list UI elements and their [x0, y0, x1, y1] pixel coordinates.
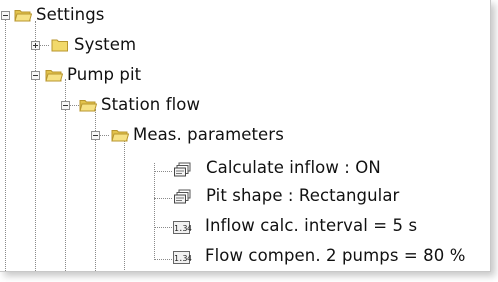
expand-toggle-system[interactable]	[31, 41, 40, 50]
tree-label-param[interactable]: Inflow calc. interval = 5 s	[205, 216, 417, 236]
open-folder-icon	[14, 10, 32, 22]
tree-label-param[interactable]: Flow compen. 2 pumps = 80 %	[205, 246, 465, 266]
open-folder-icon	[79, 100, 97, 112]
tree-label-meas-parameters[interactable]: Meas. parameters	[133, 125, 284, 145]
tree-connector	[154, 171, 172, 172]
tree-guide-line	[154, 163, 155, 260]
open-folder-icon	[45, 70, 63, 82]
tree-label-param[interactable]: Pit shape : Rectangular	[206, 186, 399, 206]
tree-connector	[154, 227, 172, 228]
tree-guide-line	[35, 21, 36, 271]
tree-connector	[40, 45, 49, 46]
tree-label-param[interactable]: Calculate inflow : ON	[206, 158, 381, 178]
numeric-icon: 1.34	[173, 221, 192, 234]
tree-guide-line	[124, 139, 125, 271]
collapse-toggle-station-flow[interactable]	[61, 101, 70, 110]
open-folder-icon	[111, 130, 129, 142]
dialog-icon	[174, 189, 191, 204]
tree-label-pump-pit[interactable]: Pump pit	[67, 65, 141, 85]
dialog-icon	[174, 162, 191, 177]
collapse-toggle-meas-parameters[interactable]	[91, 131, 100, 140]
numeric-icon: 1.34	[173, 251, 192, 264]
tree-label-system[interactable]: System	[74, 35, 136, 55]
settings-tree-view[interactable]: Settings System Pump pit Station flow Me…	[0, 0, 491, 272]
folder-icon	[51, 39, 68, 52]
tree-connector	[70, 105, 79, 106]
tree-connector	[154, 259, 172, 260]
tree-guide-line	[5, 20, 6, 271]
tree-connector	[154, 198, 172, 199]
collapse-toggle-pump-pit[interactable]	[31, 71, 40, 80]
tree-label-station-flow[interactable]: Station flow	[101, 95, 200, 115]
tree-connector	[100, 135, 109, 136]
collapse-toggle-settings[interactable]	[1, 11, 10, 20]
tree-label-settings[interactable]: Settings	[36, 5, 104, 25]
